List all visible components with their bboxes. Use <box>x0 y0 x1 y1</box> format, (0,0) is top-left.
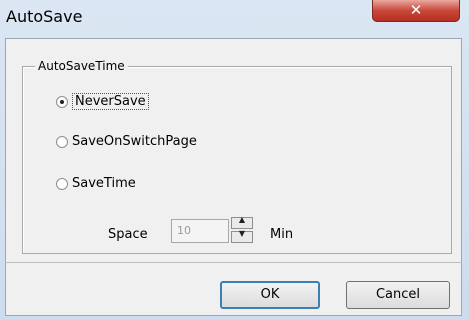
label-save-on-switch-page: SaveOnSwitchPage <box>72 134 197 149</box>
option-never-save[interactable]: NeverSave <box>56 93 149 110</box>
window-title: AutoSave <box>6 7 83 26</box>
interval-input[interactable]: 10 <box>171 219 229 243</box>
arrow-down-icon: ▼ <box>238 229 246 238</box>
ok-button[interactable]: OK <box>220 281 320 309</box>
space-label: Space <box>108 227 148 242</box>
radio-save-time[interactable] <box>56 177 68 190</box>
option-save-on-switch-page[interactable]: SaveOnSwitchPage <box>56 134 197 149</box>
stepper-down-button[interactable]: ▼ <box>231 229 253 243</box>
stepper-up-button[interactable]: ▲ <box>231 215 253 229</box>
radio-save-on-switch-page[interactable] <box>56 135 68 148</box>
close-button[interactable]: ✕ <box>372 0 460 22</box>
interval-stepper[interactable]: ▲ ▼ <box>231 215 255 243</box>
divider <box>5 262 462 263</box>
close-icon: ✕ <box>409 1 423 19</box>
arrow-up-icon: ▲ <box>238 215 246 224</box>
group-label: AutoSaveTime <box>35 59 128 73</box>
label-never-save: NeverSave <box>72 93 149 110</box>
option-save-time[interactable]: SaveTime <box>56 176 136 191</box>
label-save-time: SaveTime <box>72 176 136 191</box>
unit-label: Min <box>270 227 294 242</box>
radio-never-save[interactable] <box>56 95 68 108</box>
autosave-dialog: AutoSave ✕ AutoSaveTime NeverSave SaveOn… <box>0 0 469 320</box>
cancel-button[interactable]: Cancel <box>346 281 450 309</box>
